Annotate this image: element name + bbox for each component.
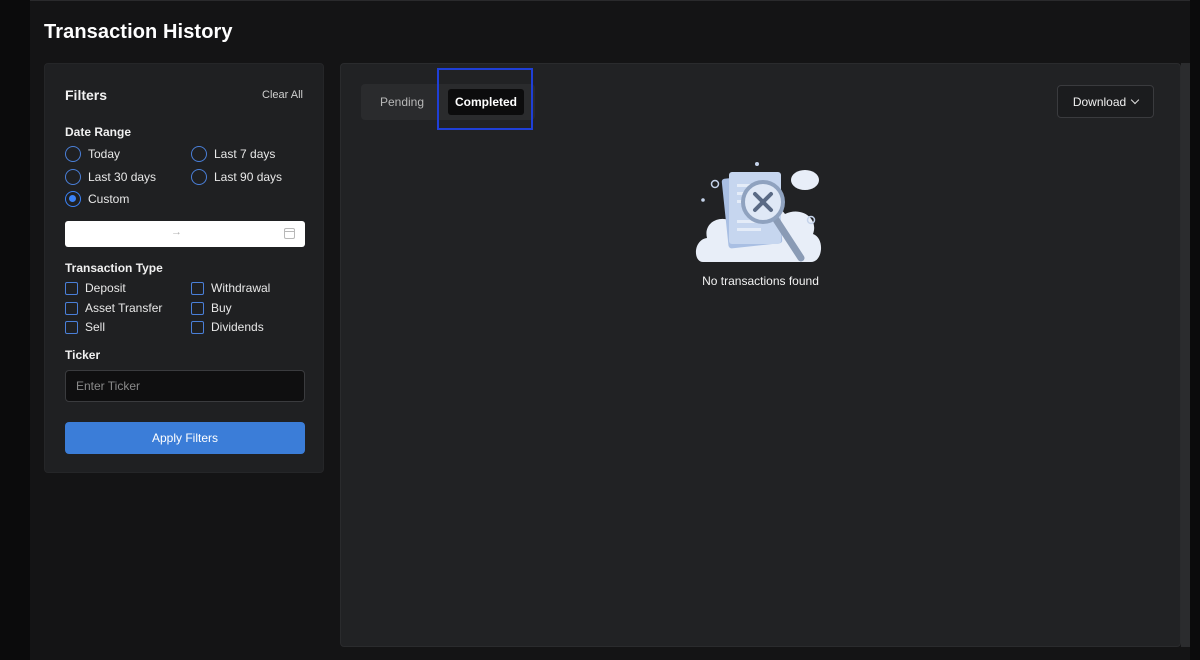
filters-title: Filters [65,87,108,103]
download-button[interactable]: Download [1057,85,1154,118]
checkbox-label: Withdrawal [211,281,271,295]
checkbox[interactable] [191,281,204,295]
radio-last-90-days[interactable]: Last 90 days [191,169,282,185]
app-window: Transaction History Filters Clear All Da… [30,0,1190,660]
checkbox-asset-transfer[interactable]: Asset Transfer [65,301,162,315]
checkbox[interactable] [65,281,78,295]
filters-panel: Filters Clear All Date Range Today Last … [44,63,324,473]
radio-today[interactable]: Today [65,146,120,162]
calendar-icon[interactable] [284,228,295,239]
tab-pending[interactable]: Pending [367,89,437,115]
page-title: Transaction History [44,21,233,43]
checkbox[interactable] [191,301,204,315]
checkbox-withdrawal[interactable]: Withdrawal [191,281,270,295]
radio-button[interactable] [65,146,81,162]
checkbox-label: Deposit [85,281,126,295]
custom-date-range-picker[interactable]: → [65,221,305,247]
ticker-label: Ticker [65,348,101,362]
checkbox-deposit[interactable]: Deposit [65,281,126,295]
radio-label: Last 7 days [214,147,276,161]
checkbox-label: Buy [211,301,232,315]
checkbox-label: Asset Transfer [85,301,163,315]
radio-button-selected[interactable] [65,191,81,207]
clear-all-button[interactable]: Clear All [262,89,303,101]
checkbox-label: Sell [85,320,106,334]
radio-button[interactable] [191,169,207,185]
transactions-panel: Pending Completed Download No transactio… [340,63,1181,647]
download-label: Download [1072,94,1127,109]
transaction-type-label: Transaction Type [65,261,163,275]
empty-state-message: No transactions found [702,274,819,288]
radio-label: Today [88,147,121,161]
radio-button[interactable] [191,146,207,162]
radio-custom[interactable]: Custom [65,191,129,207]
checkbox-sell[interactable]: Sell [65,320,105,334]
radio-last-7-days[interactable]: Last 7 days [191,146,275,162]
scrollbar[interactable] [1181,63,1190,647]
radio-label: Last 30 days [88,170,157,184]
checkbox-label: Dividends [211,320,264,334]
tab-completed[interactable]: Completed [448,89,524,115]
radio-label: Custom [88,192,130,206]
checkbox[interactable] [65,320,78,334]
radio-button[interactable] [65,169,81,185]
radio-last-30-days[interactable]: Last 30 days [65,169,156,185]
checkbox-buy[interactable]: Buy [191,301,232,315]
date-range-arrow: → [171,226,182,238]
checkbox[interactable] [65,301,78,315]
date-range-label: Date Range [65,125,132,139]
apply-filters-button[interactable]: Apply Filters [65,422,305,454]
radio-label: Last 90 days [214,170,283,184]
ticker-input[interactable] [65,370,305,402]
status-tabs: Pending Completed [361,84,535,120]
checkbox-dividends[interactable]: Dividends [191,320,264,334]
no-results-magnifier-icon [695,162,822,262]
chevron-down-icon [1130,95,1140,105]
checkbox[interactable] [191,320,204,334]
